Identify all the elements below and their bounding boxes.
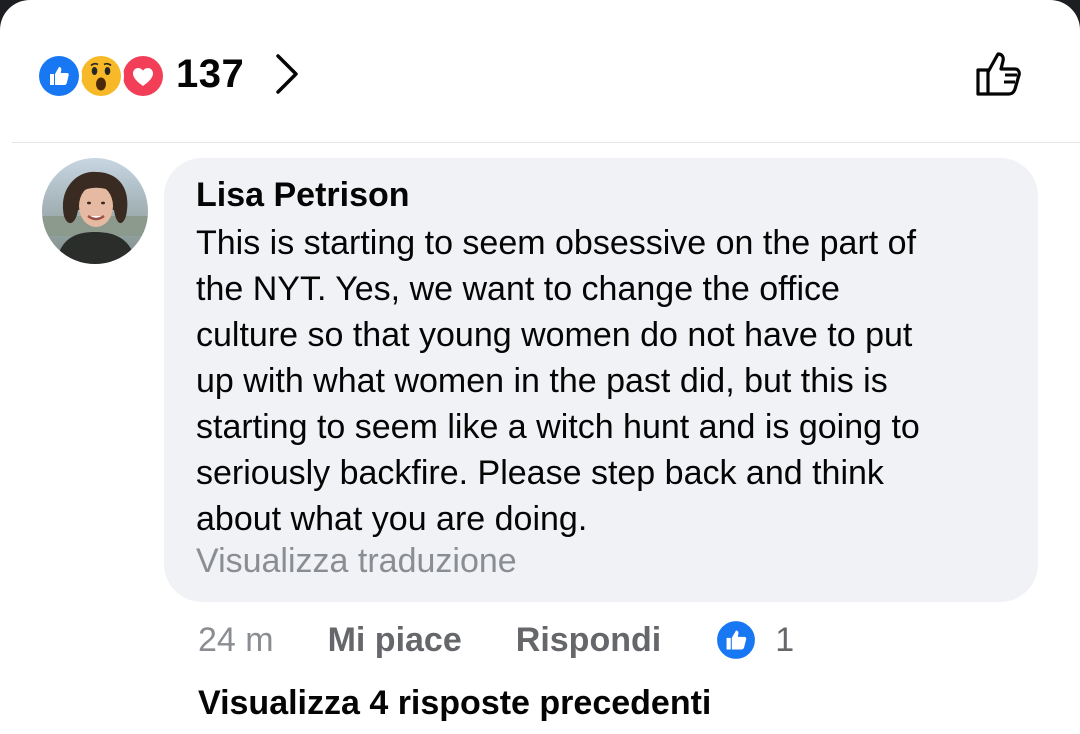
comment-reactions[interactable]: 1 <box>715 619 794 661</box>
like-post-button[interactable] <box>968 44 1032 104</box>
reaction-icons <box>36 45 172 103</box>
reaction-count: 137 <box>176 51 245 96</box>
wow-icon <box>78 53 124 99</box>
see-translation-link[interactable]: Visualizza traduzione <box>196 542 517 581</box>
comment-like-count: 1 <box>775 620 795 659</box>
like-icon <box>715 619 758 661</box>
profile-photo <box>42 158 148 264</box>
chevron-right-icon <box>276 54 298 94</box>
reactions-summary[interactable]: 137 <box>36 44 302 104</box>
like-comment-button[interactable]: Mi piace <box>328 621 462 660</box>
like-icon <box>36 53 82 99</box>
comment-bubble[interactable]: Lisa Petrison This is starting to seem o… <box>164 158 1038 602</box>
comment-text: This is starting to seem obsessive on th… <box>196 224 920 538</box>
comment-author[interactable]: Lisa Petrison <box>196 176 410 215</box>
thumbs-up-outline-icon <box>976 52 1021 96</box>
comment-actions: 24 m Mi piace Rispondi 1 <box>198 612 794 668</box>
comment-timestamp: 24 m <box>198 620 274 659</box>
divider <box>12 142 1080 143</box>
love-icon <box>120 53 166 99</box>
view-previous-replies-link[interactable]: Visualizza 4 risposte precedenti <box>198 684 711 723</box>
reply-button[interactable]: Rispondi <box>516 621 661 660</box>
avatar[interactable] <box>42 158 148 264</box>
comments-sheet: 137 Lisa Petrison This is starting to se… <box>0 0 1080 734</box>
